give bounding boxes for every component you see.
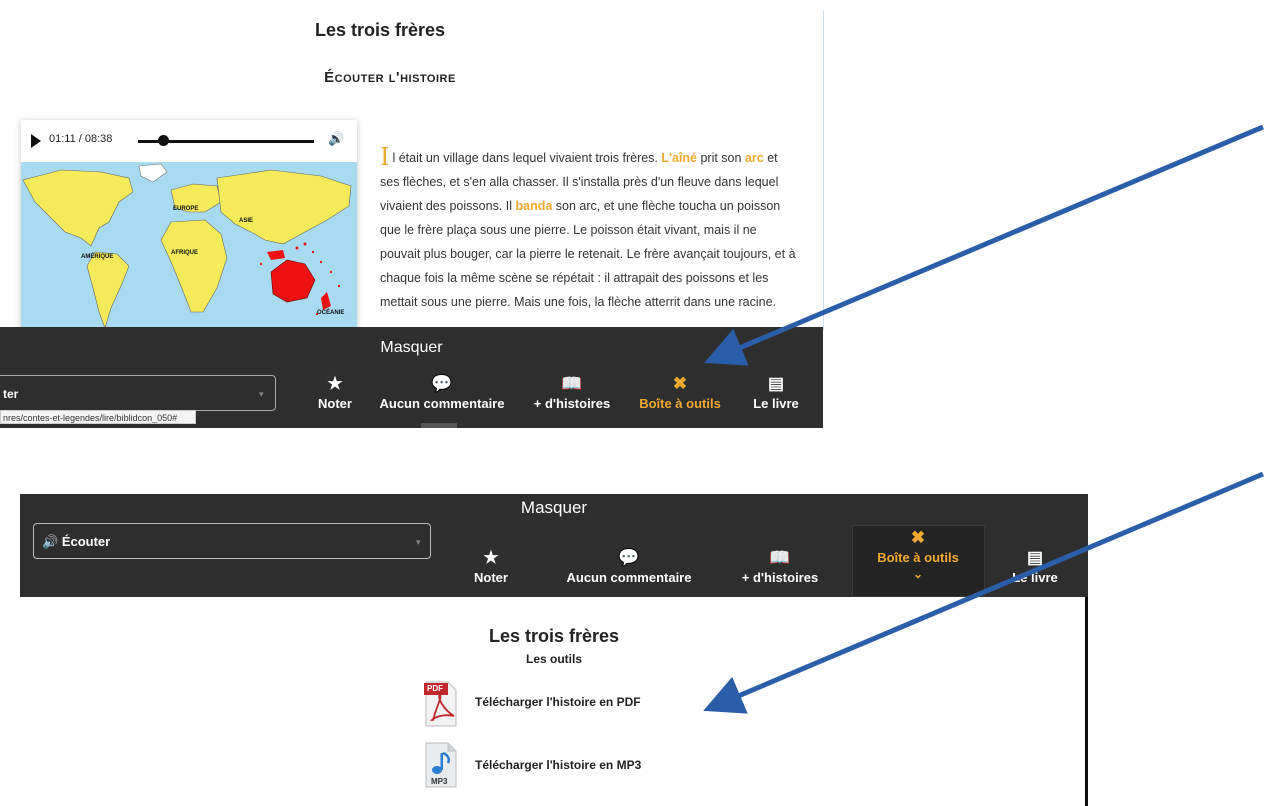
nav-toolbox[interactable]: ✖ Boîte à outils ⌄ <box>854 528 982 583</box>
mp3-icon[interactable]: MP3 <box>424 741 458 789</box>
star-icon: ★ <box>327 374 343 393</box>
pdf-icon-text: PDF <box>427 684 443 693</box>
nav-comments-label: Aucun commentaire <box>566 570 692 585</box>
nav-noter-label: Noter <box>318 396 352 411</box>
glossary-link-aine[interactable]: L'aîné <box>661 151 697 165</box>
mp3-icon-text: MP3 <box>431 777 448 786</box>
glossary-link-banda[interactable]: banda <box>516 199 553 213</box>
scroll-tab[interactable] <box>421 423 457 428</box>
story-text-segment: l était un village dans lequel vivaient … <box>392 151 662 165</box>
top-toolbar: Masquer ter ▾ ★ Noter 💬 Aucun commentair… <box>0 327 823 428</box>
map-label-asie: ASIE <box>239 218 254 224</box>
world-map-illustration: EUROPE ASIE AMÉRIQUE AFRIQUE OCÉANIE <box>21 162 357 330</box>
nav-noter[interactable]: ★ Noter <box>310 374 360 411</box>
status-bar-url: nres/contes-et-legendes/lire/biblidcon_0… <box>0 410 196 424</box>
speaker-icon: 🔊 <box>42 534 62 549</box>
book-icon: ▤ <box>1026 548 1044 567</box>
tools-icon: ✖ <box>672 374 688 393</box>
story-title: Les trois frères <box>314 20 446 40</box>
map-label-oceanie: OCÉANIE <box>317 310 345 316</box>
story-text-segment: son arc, et une flèche toucha un poisson… <box>380 199 796 309</box>
audio-player-card: 01:11 / 08:38 🔊 EUROPE ASIE AMÉRIQUE AFR… <box>21 120 357 330</box>
nav-more-stories-label: + d'histoires <box>533 396 611 411</box>
reader-icon: 📖 <box>769 548 791 567</box>
content-divider <box>823 10 824 330</box>
nav-toolbox[interactable]: ✖ Boîte à outils <box>632 374 728 411</box>
hide-toolbar-button[interactable]: Masquer <box>0 339 823 357</box>
world-map-graphic <box>22 163 352 329</box>
pdf-icon[interactable]: PDF <box>424 680 458 728</box>
chevron-down-icon: ⌄ <box>912 567 924 581</box>
bottom-toolbar: Masquer 🔊 Écouter ▾ ★ Noter 💬 Aucun comm… <box>20 494 1088 597</box>
audio-seek-thumb[interactable] <box>157 135 169 146</box>
story-dropcap: I <box>380 143 390 171</box>
nav-comments[interactable]: 💬 Aucun commentaire <box>548 548 710 585</box>
nav-more-stories-label: + d'histoires <box>741 570 819 585</box>
toolbox-story-title: Les trois frères <box>488 626 620 646</box>
nav-book-label: Le livre <box>1012 570 1058 585</box>
chevron-down-icon: ▾ <box>259 389 264 399</box>
nav-toolbox-label: Boîte à outils <box>877 550 959 565</box>
glossary-link-arc[interactable]: arc <box>745 151 764 165</box>
audio-controls: 01:11 / 08:38 🔊 <box>21 120 357 162</box>
nav-noter[interactable]: ★ Noter <box>466 548 516 585</box>
listen-select-value: ter <box>3 387 19 401</box>
audio-time: 01:11 / 08:38 <box>49 133 113 145</box>
map-label-europe: EUROPE <box>173 206 199 212</box>
tools-icon: ✖ <box>910 528 926 547</box>
play-icon[interactable] <box>31 134 41 148</box>
star-icon: ★ <box>483 548 499 567</box>
nav-comments-label: Aucun commentaire <box>379 396 505 411</box>
listen-heading: Écouter l'histoire <box>324 69 456 86</box>
nav-noter-label: Noter <box>474 570 508 585</box>
story-text-segment: prit son <box>697 151 745 165</box>
chevron-down-icon: ▾ <box>416 537 421 547</box>
download-pdf-link[interactable]: Télécharger l'histoire en PDF <box>475 695 641 709</box>
listen-select[interactable]: ter ▾ <box>0 375 276 411</box>
nav-book-label: Le livre <box>753 396 799 411</box>
reader-icon: 📖 <box>561 374 583 393</box>
map-label-amerique: AMÉRIQUE <box>81 254 114 260</box>
listen-select[interactable]: 🔊 Écouter ▾ <box>33 523 431 559</box>
nav-book[interactable]: ▤ Le livre <box>1002 548 1068 585</box>
comment-icon: 💬 <box>618 548 640 567</box>
hide-toolbar-button[interactable]: Masquer <box>20 498 1088 518</box>
nav-more-stories[interactable]: 📖 + d'histoires <box>724 548 836 585</box>
volume-icon[interactable]: 🔊 <box>328 131 344 147</box>
nav-toolbox-label: Boîte à outils <box>639 396 721 411</box>
download-mp3-link[interactable]: Télécharger l'histoire en MP3 <box>475 758 641 772</box>
toolbox-subtitle: Les outils <box>525 652 582 666</box>
nav-comments[interactable]: 💬 Aucun commentaire <box>376 374 508 411</box>
listen-select-label: Écouter <box>61 534 111 549</box>
nav-book[interactable]: ▤ Le livre <box>744 374 808 411</box>
listen-select-value: 🔊 Écouter <box>42 534 110 550</box>
comment-icon: 💬 <box>431 374 453 393</box>
story-text: Il était un village dans lequel vivaient… <box>380 143 800 314</box>
book-icon: ▤ <box>767 374 785 393</box>
map-label-afrique: AFRIQUE <box>171 250 198 256</box>
nav-more-stories[interactable]: 📖 + d'histoires <box>528 374 616 411</box>
